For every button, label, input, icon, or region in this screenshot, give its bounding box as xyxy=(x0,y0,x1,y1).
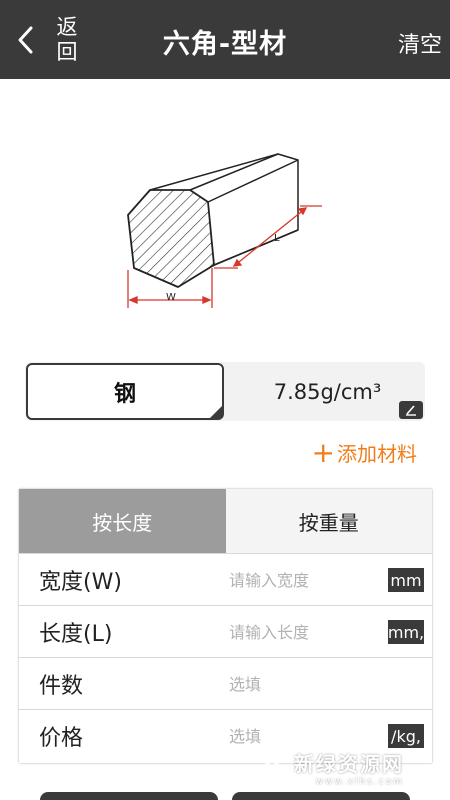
length-input[interactable] xyxy=(229,614,389,650)
calculation-form: 按长度 按重量 宽度(W) mm 长度(L) mm, 件数 价格 /kg, xyxy=(19,489,432,763)
dropdown-corner-icon xyxy=(210,406,222,418)
quantity-label: 件数 xyxy=(39,674,84,699)
bottom-left-button[interactable] xyxy=(40,792,218,800)
clear-button[interactable]: 清空 xyxy=(398,27,442,59)
quantity-row: 件数 xyxy=(19,657,432,709)
tab-by-length[interactable]: 按长度 xyxy=(19,489,226,553)
quantity-input[interactable] xyxy=(229,666,389,702)
tab-by-weight[interactable]: 按重量 xyxy=(225,489,432,553)
edit-icon[interactable] xyxy=(399,401,423,419)
plus-icon: + xyxy=(311,435,335,469)
watermark-url: www.xlhs.com xyxy=(315,777,404,787)
price-label: 价格 xyxy=(39,726,84,751)
width-unit-selector[interactable]: mm xyxy=(388,568,424,592)
length-dimension-label: L xyxy=(274,233,280,244)
add-material-button[interactable]: + 添加材料 xyxy=(312,438,417,467)
length-unit-selector[interactable]: mm, xyxy=(388,620,424,644)
length-label: 长度(L) xyxy=(39,622,113,647)
top-bar: 返回 六角-型材 清空 xyxy=(0,0,450,79)
width-row: 宽度(W) mm xyxy=(19,553,432,605)
density-value: 7.85g/cm³ xyxy=(273,379,382,404)
bottom-right-button[interactable] xyxy=(232,792,410,800)
material-name-button[interactable]: 钢 xyxy=(26,363,224,420)
width-input[interactable] xyxy=(229,562,389,598)
add-material-label: 添加材料 xyxy=(337,442,417,466)
length-row: 长度(L) mm, xyxy=(19,605,432,657)
watermark: 新绿资源网 www.xlhs.com xyxy=(256,748,404,787)
price-unit-selector[interactable]: /kg, xyxy=(388,724,424,748)
hexagon-bar-diagram: W L xyxy=(127,153,322,308)
mode-tabs: 按长度 按重量 xyxy=(19,489,432,553)
width-dimension-label: W xyxy=(166,292,176,303)
width-label: 宽度(W) xyxy=(39,570,122,595)
material-selector: 钢 7.85g/cm³ xyxy=(25,362,425,421)
material-name: 钢 xyxy=(113,381,136,407)
page-title: 六角-型材 xyxy=(162,29,288,60)
watermark-text: 新绿资源网 xyxy=(294,752,404,776)
watermark-logo-icon xyxy=(258,754,286,781)
